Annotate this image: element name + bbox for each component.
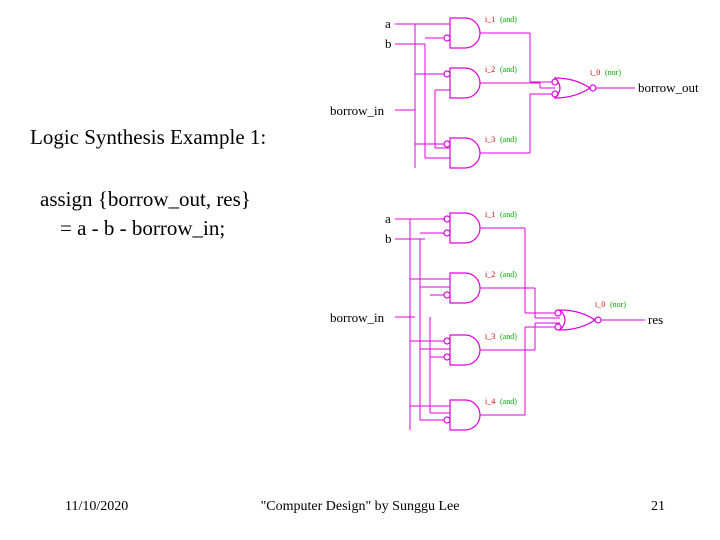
input-borrowin-top: borrow_in [330, 103, 385, 118]
svg-text:i_0: i_0 [590, 68, 600, 77]
input-a-top: a [385, 16, 391, 31]
svg-text:i_3: i_3 [485, 135, 495, 144]
verilog-code: assign {borrow_out, res} = a - b - borro… [40, 185, 251, 244]
svg-text:i_2: i_2 [485, 65, 495, 74]
svg-text:(and): (and) [500, 397, 517, 406]
footer-page-number: 21 [651, 499, 665, 515]
svg-text:(and): (and) [500, 332, 517, 341]
footer-date: 11/10/2020 [65, 499, 128, 515]
input-b-top: b [385, 36, 392, 51]
svg-text:(nor): (nor) [605, 68, 621, 77]
footer-attribution: "Computer Design" by Sunggu Lee [261, 499, 460, 515]
svg-text:(nor): (nor) [610, 300, 626, 309]
svg-text:i_0: i_0 [595, 300, 605, 309]
circuit-diagram: a b borrow_in i_1 (and) i_2 (and) i_3 (a… [290, 10, 710, 470]
svg-text:i_4: i_4 [485, 397, 495, 406]
input-a-bot: a [385, 211, 391, 226]
svg-text:i_1: i_1 [485, 210, 495, 219]
output-res: res [648, 312, 663, 327]
code-line-1: assign {borrow_out, res} [40, 185, 251, 214]
svg-text:(and): (and) [500, 210, 517, 219]
svg-text:i_3: i_3 [485, 332, 495, 341]
and-gate-icon [450, 18, 480, 48]
nor-gate-icon [555, 78, 596, 98]
gate-label: i_1 [485, 15, 495, 24]
slide-title: Logic Synthesis Example 1: [30, 125, 266, 150]
input-b-bot: b [385, 231, 392, 246]
output-borrowout: borrow_out [638, 80, 699, 95]
svg-text:(and): (and) [500, 270, 517, 279]
input-borrowin-bot: borrow_in [330, 310, 385, 325]
code-line-2: = a - b - borrow_in; [40, 214, 251, 243]
gate-type: (and) [500, 15, 517, 24]
svg-text:(and): (and) [500, 135, 517, 144]
svg-text:(and): (and) [500, 65, 517, 74]
svg-text:i_2: i_2 [485, 270, 495, 279]
